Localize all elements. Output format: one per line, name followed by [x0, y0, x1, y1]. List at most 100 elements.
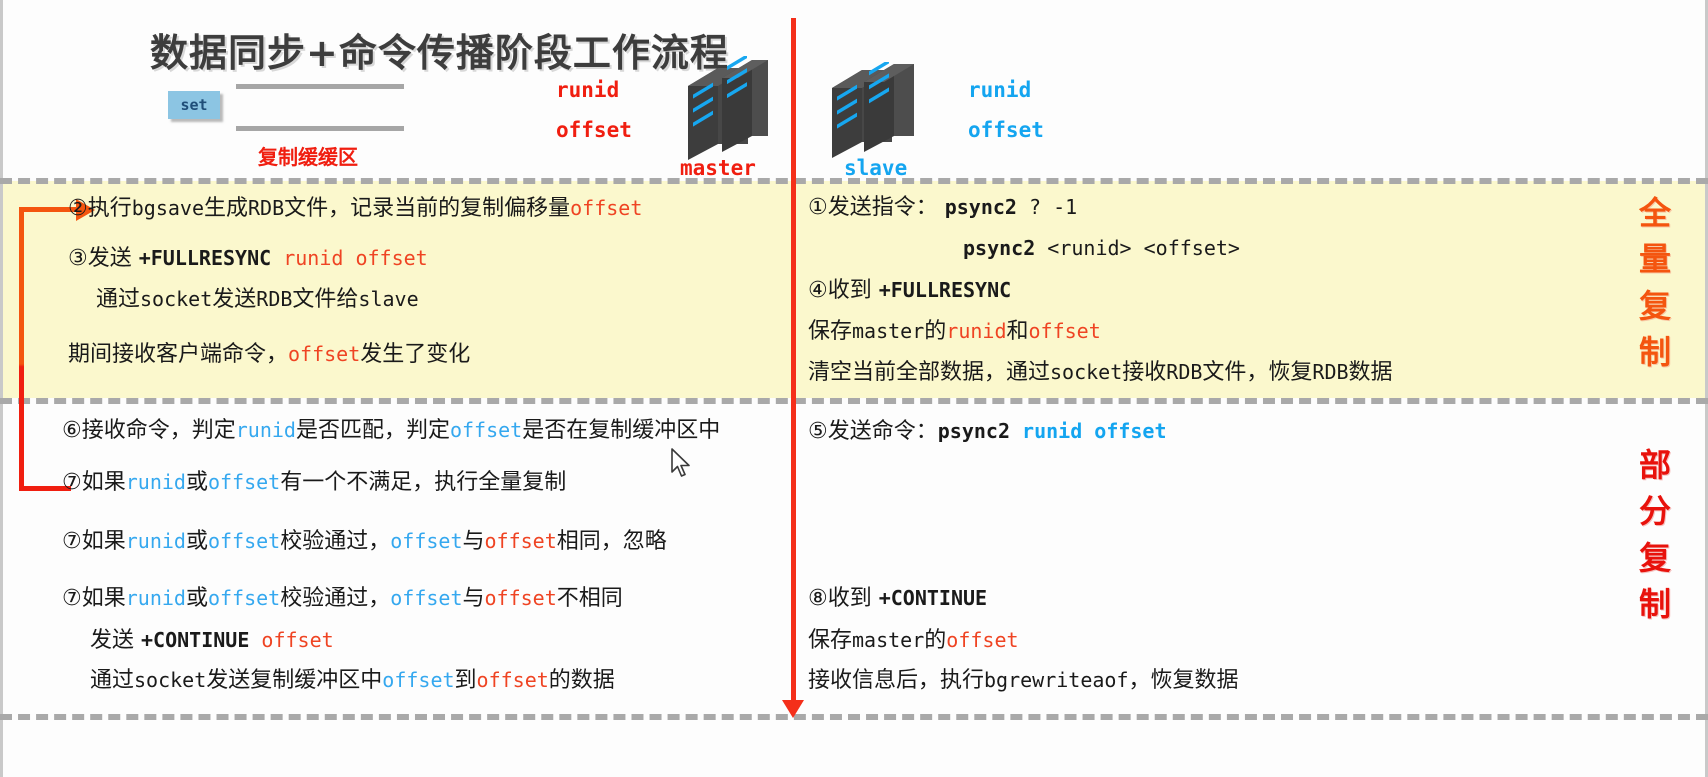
step-line-step-4b: 保存master的runid和offset	[808, 321, 1101, 343]
step-line-step-5: ⑤发送命令：psync2 runid offset	[808, 421, 1167, 443]
text-run: 的数据	[548, 668, 615, 693]
master-slave-divider	[791, 18, 796, 710]
text-run: 或	[185, 470, 208, 495]
text-run: 生成	[203, 196, 248, 221]
buffer-line-top	[236, 84, 404, 89]
text-run: bgsave	[131, 196, 204, 220]
text-run: offset	[946, 628, 1019, 652]
text-run: 与	[462, 586, 485, 611]
vertical-label-char: 复	[1638, 538, 1671, 577]
text-run: psync2	[963, 236, 1036, 260]
text-run: 通过	[96, 287, 141, 312]
text-run: 接收信息后，执行	[808, 668, 985, 693]
text-run: bgrewriteaof	[984, 668, 1129, 692]
label-partial-replication: 部分复制	[1630, 442, 1680, 628]
step-line-step-7c-socket: 通过socket发送复制缓冲区中offset到offset的数据	[90, 670, 615, 692]
text-run: offset	[484, 586, 557, 610]
text-run: ⑥接收命令，判定	[62, 418, 236, 443]
text-run: +FULLRESYNC	[878, 278, 1012, 302]
text-run: 文件给	[292, 287, 359, 312]
text-run: offset	[449, 418, 523, 442]
slave-runid-label: runid	[968, 78, 1032, 102]
text-run: 的	[924, 319, 947, 344]
step-line-step-1: ①发送指令： psync2 ? -1	[808, 197, 1077, 219]
text-run: 清空当前全部数据，通过	[808, 360, 1051, 385]
text-run: 有一个不满足，执行全量复制	[280, 470, 567, 495]
text-run: socket	[134, 668, 207, 692]
vertical-label-char: 量	[1638, 240, 1671, 279]
text-run: 和	[1006, 319, 1029, 344]
text-run: RDB	[1166, 360, 1203, 384]
step-line-step-7c: ⑦如果runid或offset校验通过，offset与offset不相同	[62, 588, 623, 610]
text-run: socket	[140, 287, 213, 311]
master-server-icon	[684, 56, 772, 164]
text-run: ②执行	[68, 196, 132, 221]
text-run: offset	[207, 470, 281, 494]
text-run: 发送	[90, 628, 141, 653]
master-runid-label: runid	[556, 78, 620, 102]
text-run: 通过	[90, 668, 135, 693]
step-line-step-6: ⑥接收命令，判定runid是否匹配，判定offset是否在复制缓冲区中	[62, 420, 720, 442]
vertical-label-char: 制	[1638, 585, 1671, 624]
slide-canvas: 数据同步+命令传播阶段工作流程 set 复制缓缓区 runid offset m…	[0, 0, 1708, 777]
text-run: <runid> <offset>	[1035, 236, 1240, 260]
step-line-note-offset-changed: 期间接收客户端命令，offset发生了变化	[68, 344, 470, 366]
text-run: RDB	[248, 196, 285, 220]
text-run: 保存	[808, 628, 853, 653]
step-line-step-7a: ⑦如果runid或offset有一个不满足，执行全量复制	[62, 472, 566, 494]
text-run: 接收	[1122, 360, 1167, 385]
master-offset-label: offset	[556, 118, 632, 142]
text-run: master	[852, 319, 925, 343]
text-run: offset	[288, 342, 361, 366]
text-run: RDB	[256, 287, 293, 311]
text-run: ①发送指令：	[808, 195, 945, 220]
vertical-label-char: 分	[1638, 492, 1671, 531]
text-run: 是否匹配，判定	[295, 418, 450, 443]
step-line-step-3: ③发送 +FULLRESYNC runid offset	[68, 248, 428, 270]
text-run: 相同，忽略	[556, 529, 667, 554]
text-run: runid offset	[283, 246, 428, 270]
text-run: ③发送	[68, 246, 139, 271]
mouse-cursor-icon	[671, 448, 693, 485]
text-run: ⑤发送命令：	[808, 419, 938, 444]
text-run: runid	[125, 529, 186, 553]
text-run: 或	[185, 529, 208, 554]
step-line-step-4c: 清空当前全部数据，通过socket接收RDB文件，恢复RDB数据	[808, 362, 1393, 384]
text-run: master	[852, 628, 925, 652]
text-run: ，恢复数据	[1128, 668, 1239, 693]
text-run: offset	[484, 529, 557, 553]
step-line-step-1b: psync2 <runid> <offset>	[963, 238, 1240, 260]
step-line-step-3b: 通过socket发送RDB文件给slave	[96, 289, 419, 311]
text-run: 是否在复制缓冲区中	[522, 418, 721, 443]
text-run: ⑦如果	[62, 586, 126, 611]
divider-arrowhead-icon	[782, 700, 804, 718]
text-run: 的	[924, 628, 947, 653]
vertical-label-char: 复	[1638, 286, 1671, 325]
feedback-arrow-stem	[19, 210, 24, 490]
slave-server-icon	[828, 62, 920, 162]
text-run: 不相同	[556, 586, 623, 611]
text-run: offset	[261, 628, 334, 652]
text-run: 发送	[212, 287, 257, 312]
text-run: 数据	[1348, 360, 1393, 385]
text-run: ⑦如果	[62, 470, 126, 495]
text-run: 校验通过，	[280, 529, 391, 554]
set-command-chip: set	[168, 91, 220, 119]
text-run: offset	[207, 529, 281, 553]
text-run: runid	[235, 418, 296, 442]
slave-offset-label: offset	[968, 118, 1044, 142]
step-line-step-8c: 接收信息后，执行bgrewriteaof，恢复数据	[808, 670, 1239, 692]
text-run: ④收到	[808, 278, 879, 303]
text-run: runid	[125, 586, 186, 610]
separator-middle	[0, 398, 1708, 404]
step-line-step-7c-send: 发送 +CONTINUE offset	[90, 630, 334, 652]
text-run: runid	[125, 470, 186, 494]
separator-bottom	[0, 714, 1708, 720]
text-run: socket	[1050, 360, 1123, 384]
text-run: RDB	[1312, 360, 1349, 384]
step-line-step-7b: ⑦如果runid或offset校验通过，offset与offset相同，忽略	[62, 531, 667, 553]
text-run: offset	[476, 668, 549, 692]
vertical-label-char: 制	[1638, 333, 1671, 372]
text-run: +CONTINUE	[141, 628, 262, 652]
vertical-label-char: 部	[1638, 446, 1671, 484]
